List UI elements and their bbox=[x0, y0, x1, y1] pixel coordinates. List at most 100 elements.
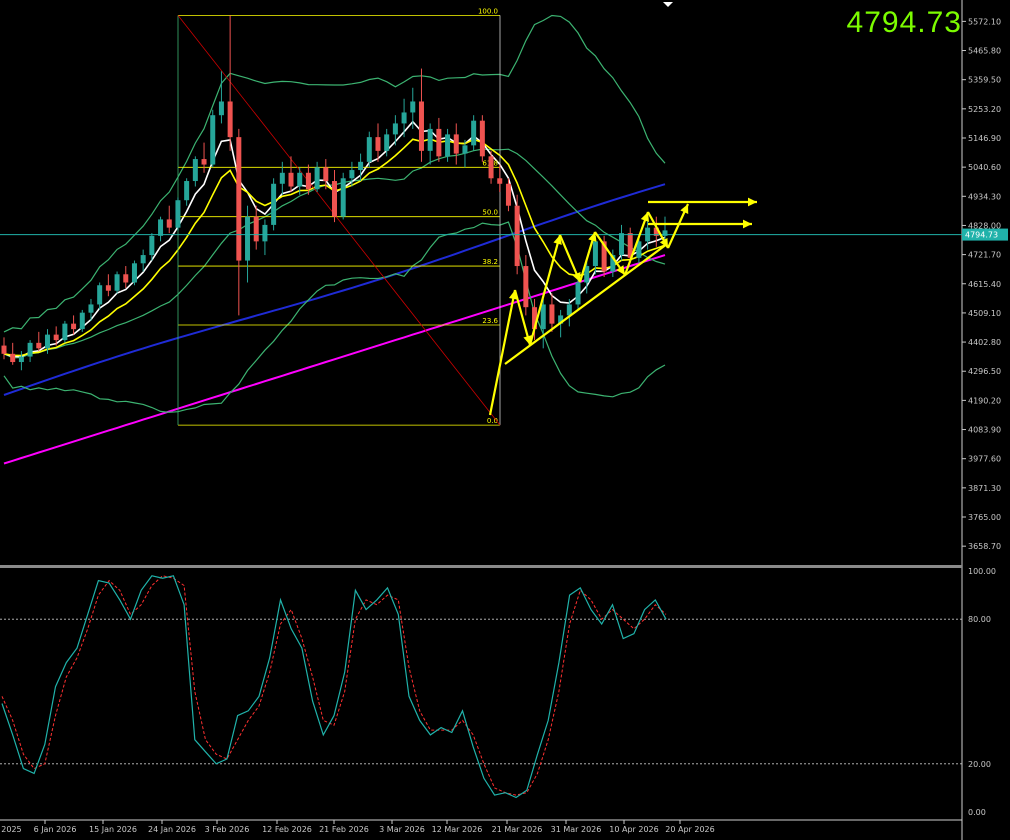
candle-body bbox=[131, 263, 137, 283]
candle-body bbox=[71, 323, 77, 330]
date-label: 15 Jan 2026 bbox=[89, 825, 137, 834]
candle-body bbox=[201, 159, 207, 165]
price-tick-label: 4934.30 bbox=[968, 192, 1001, 201]
candle-body bbox=[79, 312, 85, 330]
candle-body bbox=[462, 145, 468, 154]
price-tick-label: 4509.10 bbox=[968, 309, 1001, 318]
price-tick-label: 4615.40 bbox=[968, 280, 1001, 289]
price-tick-label: 5465.80 bbox=[968, 47, 1001, 56]
candle-body bbox=[479, 120, 485, 157]
candle-body bbox=[210, 115, 216, 165]
oscillator-tick-label: 0.00 bbox=[968, 808, 986, 817]
price-tick-label: 4721.70 bbox=[968, 251, 1001, 260]
price-tick-label: 4296.50 bbox=[968, 367, 1001, 376]
candle-body bbox=[523, 266, 529, 308]
price-tick-label: 4402.80 bbox=[968, 338, 1001, 347]
candle-body bbox=[349, 170, 355, 179]
candle-body bbox=[218, 101, 224, 116]
candle-body bbox=[1, 345, 7, 354]
fib-level-label: 23.6 bbox=[482, 317, 498, 325]
candle-body bbox=[192, 159, 198, 182]
date-label: 21 Feb 2026 bbox=[319, 825, 369, 834]
price-tick-label: 5253.20 bbox=[968, 105, 1001, 114]
ma-magenta-line bbox=[3, 254, 666, 465]
candle-body bbox=[236, 137, 242, 261]
candle-body bbox=[575, 282, 581, 305]
candle-body bbox=[36, 342, 42, 349]
candle-body bbox=[401, 112, 407, 124]
candle-body bbox=[288, 172, 294, 187]
price-tick-label: 4190.20 bbox=[968, 396, 1001, 405]
candle-body bbox=[158, 219, 164, 236]
candle-body bbox=[445, 134, 451, 157]
candle-body bbox=[592, 241, 598, 267]
candle-body bbox=[410, 101, 416, 113]
candle-body bbox=[262, 224, 268, 242]
candle-body bbox=[427, 128, 433, 151]
candle-body bbox=[166, 219, 172, 228]
stochastic-main-line bbox=[1, 575, 667, 799]
fib-level-label: 38.2 bbox=[482, 258, 498, 266]
stochastic-signal-line bbox=[1, 575, 667, 796]
candle-body bbox=[53, 334, 59, 341]
fib-level-label: 0.0 bbox=[487, 417, 498, 425]
candle-body bbox=[297, 172, 303, 187]
date-label: 12 Mar 2026 bbox=[432, 825, 483, 834]
candle-body bbox=[418, 101, 424, 151]
candle-body bbox=[184, 181, 190, 201]
date-label: 12 Feb 2026 bbox=[262, 825, 312, 834]
candle-body bbox=[366, 137, 372, 162]
oscillator-tick-label: 20.00 bbox=[968, 760, 991, 769]
candle-body bbox=[488, 156, 494, 179]
wave-arrow-head bbox=[616, 265, 625, 275]
candle-body bbox=[123, 274, 129, 283]
price-tick-label: 3658.70 bbox=[968, 542, 1001, 551]
price-tick-label: 5040.60 bbox=[968, 163, 1001, 172]
date-label: 31 Mar 2026 bbox=[551, 825, 602, 834]
candle-body bbox=[271, 183, 277, 225]
candle-body bbox=[305, 172, 311, 190]
candle-body bbox=[140, 255, 146, 264]
candle-body bbox=[375, 137, 381, 151]
candle-body bbox=[44, 334, 50, 349]
candle-body bbox=[245, 216, 251, 261]
fib-level-label: 100.0 bbox=[478, 7, 498, 15]
candle-body bbox=[253, 216, 259, 242]
price-tick-label: 5359.50 bbox=[968, 76, 1001, 85]
target-arrow-upper-head bbox=[747, 197, 757, 207]
date-label: 3 Feb 2026 bbox=[205, 825, 250, 834]
candle-body bbox=[314, 167, 320, 190]
candle-body bbox=[497, 178, 503, 184]
candle-body bbox=[323, 167, 329, 182]
candle-body bbox=[175, 200, 181, 228]
candle-body bbox=[114, 274, 120, 291]
candle-body bbox=[340, 178, 346, 217]
candle-body bbox=[105, 285, 111, 291]
candle-body bbox=[227, 101, 233, 138]
trading-chart: 5572.10 5465.80 5359.50 5253.20 5146.90 5040.… bbox=[0, 0, 1008, 840]
current-price-tag-label: 4794.73 bbox=[965, 231, 998, 240]
candle-body bbox=[279, 172, 285, 184]
date-label: 24 Jan 2026 bbox=[148, 825, 196, 834]
price-tick-label: 3977.60 bbox=[968, 455, 1001, 464]
candle-body bbox=[619, 233, 625, 256]
fib-trend-diagonal bbox=[177, 15, 501, 426]
candle-body bbox=[540, 304, 546, 330]
price-tick-label: 3871.30 bbox=[968, 484, 1001, 493]
price-tick-label: 5146.90 bbox=[968, 134, 1001, 143]
price-tick-label: 3765.00 bbox=[968, 513, 1001, 522]
candle-body bbox=[384, 134, 390, 151]
candle-body bbox=[549, 304, 555, 324]
current-price-display: 4794.73 bbox=[846, 6, 962, 39]
candle-body bbox=[88, 304, 94, 313]
candle-body bbox=[18, 356, 24, 363]
oscillator-tick-label: 100.00 bbox=[968, 567, 996, 576]
candle-body bbox=[358, 161, 364, 171]
price-tick-label: 5572.10 bbox=[968, 17, 1001, 26]
target-arrow-lower-head bbox=[742, 219, 752, 229]
candle-body bbox=[10, 353, 16, 363]
candle-body bbox=[332, 181, 337, 217]
price-tick-label: 4083.90 bbox=[968, 426, 1001, 435]
date-label: 6 Jan 2026 bbox=[34, 825, 77, 834]
fib-level-label: 50.0 bbox=[482, 209, 498, 217]
